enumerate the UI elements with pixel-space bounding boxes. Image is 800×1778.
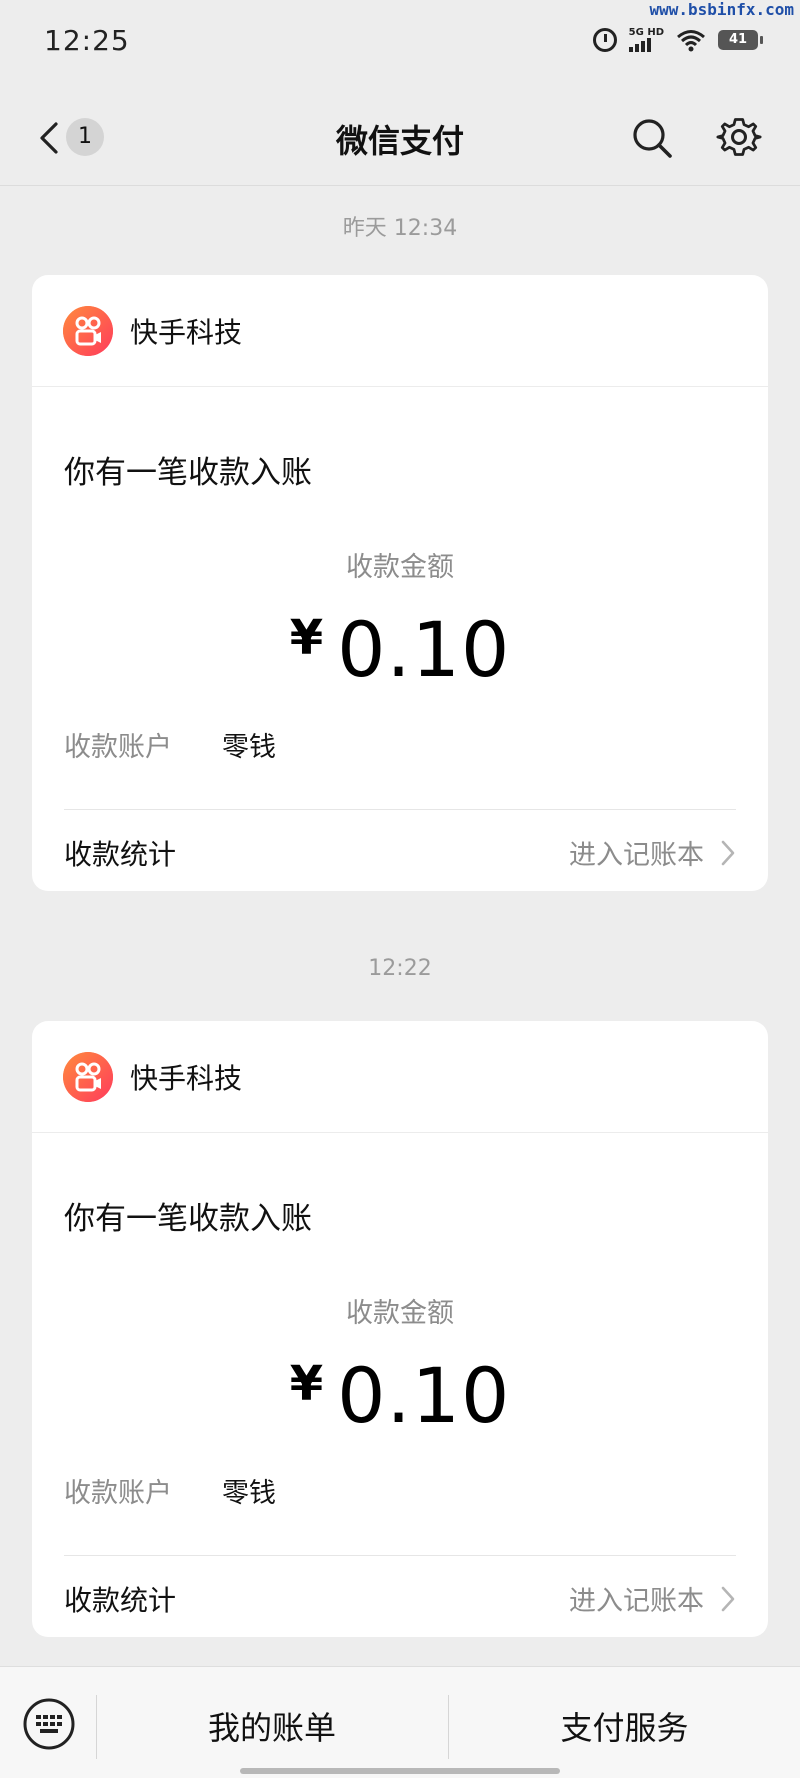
chevron-right-icon (721, 1586, 735, 1612)
message-timestamp: 昨天 12:34 (342, 216, 458, 241)
ledger-link[interactable]: 进入记账本 (569, 833, 704, 872)
chevron-right-icon (721, 840, 735, 866)
amount-value: 0.10 (337, 1351, 511, 1440)
kuaishou-logo-icon (63, 1052, 113, 1102)
battery-level: 41 (728, 32, 748, 47)
stats-label: 收款统计 (64, 1584, 177, 1617)
card-header[interactable]: 快手科技 (32, 275, 768, 387)
message-timestamp: 12:22 (368, 956, 432, 981)
currency-symbol: ¥ (289, 610, 324, 666)
stats-label: 收款统计 (64, 838, 177, 871)
payment-notification-card[interactable]: 快手科技 你有一笔收款入账 收款金额 ¥0.10 收款账户 零钱 收款统计 进入… (32, 1021, 768, 1637)
bottom-menu-bar: 我的账单 支付服务 (0, 1666, 800, 1778)
battery-icon: 41 (718, 30, 763, 50)
ledger-link[interactable]: 进入记账本 (569, 1579, 704, 1618)
card-header[interactable]: 快手科技 (32, 1021, 768, 1133)
wifi-icon (677, 30, 705, 52)
amount-label: 收款金额 (346, 1298, 454, 1329)
amount-label: 收款金额 (346, 552, 454, 583)
keyboard-icon[interactable] (22, 1697, 76, 1751)
status-bar: 12:25 5G HD 41 (0, 0, 800, 90)
kuaishou-logo-icon (63, 306, 113, 356)
gear-icon[interactable] (716, 114, 762, 160)
notification-headline: 你有一笔收款入账 (64, 455, 312, 491)
cellular-signal-icon: 5G HD (628, 27, 664, 52)
menu-item-payment-services[interactable]: 支付服务 (449, 1703, 800, 1749)
amount-value: 0.10 (337, 605, 511, 694)
amount-display: ¥0.10 (32, 1351, 768, 1440)
stats-row[interactable]: 收款统计 进入记账本 (32, 1555, 768, 1637)
currency-symbol: ¥ (289, 1356, 324, 1412)
stats-row[interactable]: 收款统计 进入记账本 (32, 809, 768, 891)
page-title: 微信支付 (335, 122, 464, 160)
alarm-icon (592, 28, 617, 52)
merchant-name: 快手科技 (130, 316, 243, 349)
account-value: 零钱 (222, 1478, 276, 1509)
account-label: 收款账户 (64, 1478, 172, 1509)
status-icons: 5G HD 41 (592, 27, 763, 52)
amount-display: ¥0.10 (32, 605, 768, 694)
account-value: 零钱 (222, 732, 276, 763)
notification-headline: 你有一笔收款入账 (64, 1201, 312, 1237)
payment-notification-card[interactable]: 快手科技 你有一笔收款入账 收款金额 ¥0.10 收款账户 零钱 收款统计 进入… (32, 275, 768, 891)
menu-item-my-bills[interactable]: 我的账单 (97, 1703, 447, 1749)
status-time: 12:25 (44, 24, 130, 57)
merchant-name: 快手科技 (130, 1062, 243, 1095)
account-label: 收款账户 (64, 732, 172, 763)
nav-header: 1 微信支付 (0, 90, 800, 186)
network-label: 5G HD (628, 27, 664, 38)
search-icon[interactable] (630, 116, 674, 160)
home-indicator (240, 1768, 560, 1774)
